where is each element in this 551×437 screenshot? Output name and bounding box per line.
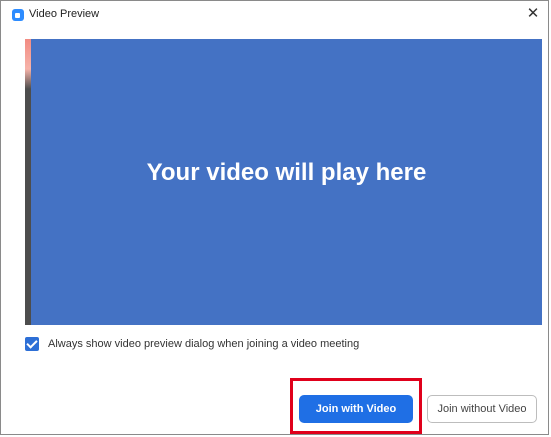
close-icon[interactable]: ✕ [524,5,542,23]
video-placeholder-text: Your video will play here [146,159,427,186]
join-with-video-button[interactable]: Join with Video [299,395,413,423]
always-show-preview-option: Always show video preview dialog when jo… [25,337,359,351]
video-preview-area: Your video will play here [25,39,542,325]
window-title: Video Preview [29,8,100,20]
always-show-preview-checkbox[interactable] [25,337,39,351]
zoom-app-icon [12,9,24,21]
video-preview-dialog: Video Preview ✕ Your video will play her… [0,0,549,435]
video-edge-accent [25,39,31,89]
always-show-preview-label: Always show video preview dialog when jo… [48,338,360,350]
join-without-video-button[interactable]: Join without Video [427,395,537,423]
title-bar: Video Preview ✕ [1,1,548,27]
